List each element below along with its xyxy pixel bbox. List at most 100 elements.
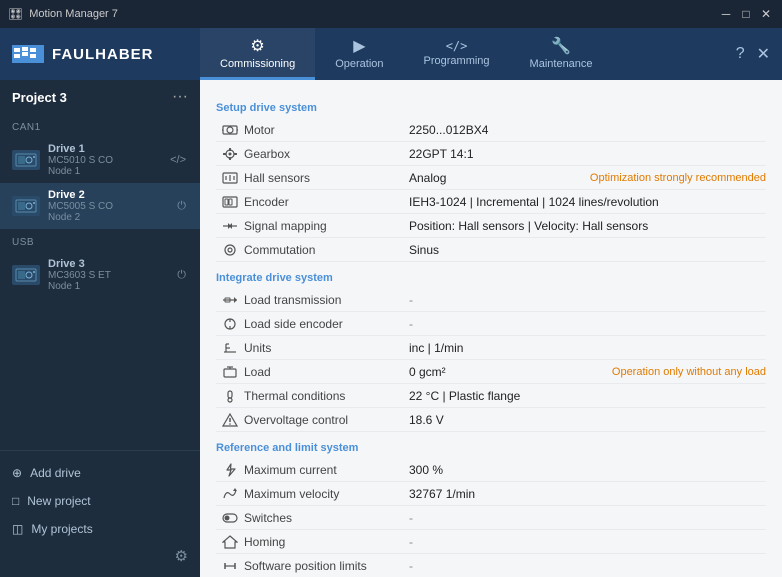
commissioning-icon: ⚙ bbox=[250, 36, 264, 56]
app-title: Motion Manager 7 bbox=[29, 8, 118, 20]
prop-signal: Signal mapping Position: Hall sensors | … bbox=[216, 214, 766, 238]
load-trans-icon bbox=[216, 293, 244, 307]
gearbox-icon bbox=[216, 147, 244, 161]
new-project-label: New project bbox=[27, 494, 90, 508]
max-velocity-label: Maximum velocity bbox=[244, 487, 409, 501]
overvoltage-icon bbox=[216, 413, 244, 427]
homing-value: - bbox=[409, 535, 766, 549]
tab-operation-label: Operation bbox=[335, 58, 383, 70]
logo-area: FAULHABER bbox=[0, 28, 200, 80]
max-current-icon bbox=[216, 463, 244, 477]
sidebar: Project 3 ··· CAN1 Drive 1 MC5010 S CO N… bbox=[0, 80, 200, 577]
tab-maintenance[interactable]: 🔧 Maintenance bbox=[510, 28, 613, 80]
thermal-value: 22 °C | Plastic flange bbox=[409, 389, 766, 403]
minimize-button[interactable]: ─ bbox=[718, 6, 734, 22]
gearbox-value: 22GPT 14:1 bbox=[409, 147, 766, 161]
drive-1-actions: </> bbox=[168, 153, 188, 167]
drive-1-node: Node 1 bbox=[48, 166, 160, 177]
tab-commissioning-label: Commissioning bbox=[220, 58, 295, 70]
drive-1-name: Drive 1 bbox=[48, 143, 160, 155]
prop-hall: Hall sensors Analog Optimization strongl… bbox=[216, 166, 766, 190]
signal-icon bbox=[216, 219, 244, 233]
header-right: ? ✕ bbox=[724, 28, 782, 80]
prop-thermal: Thermal conditions 22 °C | Plastic flang… bbox=[216, 384, 766, 408]
load-warning: Operation only without any load bbox=[612, 366, 766, 378]
prop-encoder: Encoder IEH3-1024 | Incremental | 1024 l… bbox=[216, 190, 766, 214]
drive-1-code-button[interactable]: </> bbox=[168, 153, 188, 167]
tab-programming[interactable]: </> Programming bbox=[404, 28, 510, 80]
switches-label: Switches bbox=[244, 511, 409, 525]
motor-icon bbox=[216, 123, 244, 137]
prop-overvoltage: Overvoltage control 18.6 V bbox=[216, 408, 766, 432]
content-area: Setup drive system Motor 2250...012BX4 G… bbox=[200, 80, 782, 577]
project-menu-button[interactable]: ··· bbox=[172, 88, 188, 106]
drive-2-node: Node 2 bbox=[48, 212, 167, 223]
drive-3-info: Drive 3 MC3603 S ET Node 1 bbox=[48, 258, 167, 292]
add-drive-item[interactable]: ⊕ Add drive bbox=[0, 459, 200, 487]
max-current-label: Maximum current bbox=[244, 463, 409, 477]
close-button[interactable]: ✕ bbox=[758, 6, 774, 22]
drive-3-power-button[interactable]: ⏻ bbox=[175, 268, 188, 283]
drive-2-power-button[interactable]: ⏻ bbox=[175, 199, 188, 214]
drive-2-model: MC5005 S CO bbox=[48, 201, 167, 212]
drive-item-3[interactable]: Drive 3 MC3603 S ET Node 1 ⏻ bbox=[0, 252, 200, 298]
prop-commutation: Commutation Sinus bbox=[216, 238, 766, 262]
gearbox-label: Gearbox bbox=[244, 147, 409, 161]
encoder-label: Encoder bbox=[244, 195, 409, 209]
drive-1-info: Drive 1 MC5010 S CO Node 1 bbox=[48, 143, 160, 177]
thermal-label: Thermal conditions bbox=[244, 389, 409, 403]
nav-tabs: ⚙ Commissioning ▶ Operation </> Programm… bbox=[200, 28, 724, 80]
drive-3-actions: ⏻ bbox=[175, 268, 188, 283]
prop-homing: Homing - bbox=[216, 530, 766, 554]
motor-value: 2250...012BX4 bbox=[409, 123, 766, 137]
hall-icon bbox=[216, 171, 244, 185]
drive-item-2[interactable]: Drive 2 MC5005 S CO Node 2 ⏻ bbox=[0, 183, 200, 229]
drive-2-icon bbox=[12, 196, 40, 216]
drive-1-icon bbox=[12, 150, 40, 170]
prop-max-velocity: Maximum velocity 32767 1/min bbox=[216, 482, 766, 506]
main-layout: Project 3 ··· CAN1 Drive 1 MC5010 S CO N… bbox=[0, 80, 782, 577]
hall-label: Hall sensors bbox=[244, 171, 409, 185]
switches-value: - bbox=[409, 511, 766, 525]
tab-operation[interactable]: ▶ Operation bbox=[315, 28, 403, 80]
help-button[interactable]: ? bbox=[736, 45, 745, 63]
max-velocity-icon bbox=[216, 487, 244, 501]
drive-item-1[interactable]: Drive 1 MC5010 S CO Node 1 </> bbox=[0, 137, 200, 183]
switches-icon bbox=[216, 511, 244, 525]
motor-label: Motor bbox=[244, 123, 409, 137]
prop-motor: Motor 2250...012BX4 bbox=[216, 118, 766, 142]
load-icon bbox=[216, 365, 244, 379]
new-project-icon: □ bbox=[12, 494, 19, 508]
drive-3-name: Drive 3 bbox=[48, 258, 167, 270]
soft-limits-icon bbox=[216, 559, 244, 573]
drive-3-icon bbox=[12, 265, 40, 285]
signal-value: Position: Hall sensors | Velocity: Hall … bbox=[409, 219, 766, 233]
encoder-value: IEH3-1024 | Incremental | 1024 lines/rev… bbox=[409, 195, 766, 209]
load-enc-icon bbox=[216, 317, 244, 331]
tab-commissioning[interactable]: ⚙ Commissioning bbox=[200, 28, 315, 80]
my-projects-item[interactable]: ◫ My projects bbox=[0, 515, 200, 543]
my-projects-label: My projects bbox=[31, 522, 92, 536]
load-trans-value: - bbox=[409, 293, 766, 307]
logo-text: FAULHABER bbox=[52, 46, 154, 63]
logo-icon bbox=[12, 45, 44, 63]
overvoltage-value: 18.6 V bbox=[409, 413, 766, 427]
add-drive-label: Add drive bbox=[30, 466, 81, 480]
settings-button[interactable]: ✕ bbox=[757, 44, 770, 64]
drive-3-node: Node 1 bbox=[48, 281, 167, 292]
load-trans-label: Load transmission bbox=[244, 293, 409, 307]
section-reference-header: Reference and limit system bbox=[216, 436, 766, 458]
add-icon: ⊕ bbox=[12, 466, 22, 480]
drive-2-name: Drive 2 bbox=[48, 189, 167, 201]
section-integrate-header: Integrate drive system bbox=[216, 266, 766, 288]
sidebar-bottom: ⊕ Add drive □ New project ◫ My projects … bbox=[0, 450, 200, 577]
programming-icon: </> bbox=[446, 39, 468, 53]
soft-limits-value: - bbox=[409, 559, 766, 573]
new-project-item[interactable]: □ New project bbox=[0, 487, 200, 515]
project-header: Project 3 ··· bbox=[0, 80, 200, 114]
project-title: Project 3 bbox=[12, 90, 67, 105]
max-current-value: 300 % bbox=[409, 463, 766, 477]
prop-switches: Switches - bbox=[216, 506, 766, 530]
maximize-button[interactable]: □ bbox=[738, 6, 754, 22]
sidebar-settings-button[interactable]: ⚙ bbox=[175, 547, 188, 565]
